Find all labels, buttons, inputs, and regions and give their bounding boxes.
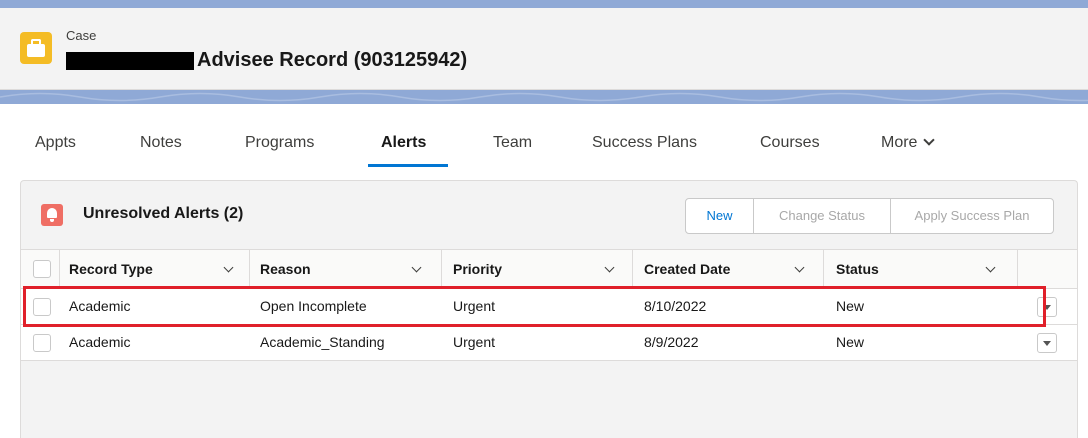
redacted-name (66, 51, 194, 70)
column-header-reason[interactable]: Reason (260, 250, 311, 288)
record-title-text: Advisee Record (903125942) (197, 49, 468, 71)
change-status-button[interactable]: Change Status (753, 198, 891, 234)
cell-created-date: 8/10/2022 (644, 298, 707, 314)
column-header-status[interactable]: Status (836, 250, 879, 288)
column-divider (249, 250, 250, 288)
tab-alerts[interactable]: Alerts (381, 134, 426, 152)
column-divider (1017, 250, 1018, 288)
tab-more-label: More (881, 134, 918, 151)
object-label: Case (66, 28, 97, 43)
header-top-band (0, 0, 1088, 8)
chevron-down-icon[interactable] (794, 262, 805, 273)
tab-notes[interactable]: Notes (140, 134, 182, 152)
caret-down-icon (1043, 341, 1051, 346)
active-tab-indicator (368, 164, 448, 167)
bell-icon (41, 204, 63, 226)
column-divider (823, 250, 824, 288)
select-all-checkbox[interactable] (33, 260, 51, 278)
cell-priority: Urgent (453, 334, 496, 350)
record-title: Advisee Record (903125942) (66, 49, 467, 72)
row-actions-dropdown[interactable] (1037, 297, 1057, 317)
chevron-down-icon[interactable] (604, 262, 615, 273)
chevron-down-icon (923, 134, 936, 146)
tab-bar: Appts Notes Programs Alerts Team Success… (0, 104, 1088, 167)
tab-team[interactable]: Team (493, 134, 532, 152)
tab-programs[interactable]: Programs (245, 134, 314, 152)
tab-appts[interactable]: Appts (35, 134, 76, 152)
column-divider (441, 250, 442, 288)
row-checkbox[interactable] (33, 334, 51, 352)
apply-success-plan-button[interactable]: Apply Success Plan (890, 198, 1054, 234)
column-divider (59, 250, 60, 288)
caret-down-icon (1043, 305, 1051, 310)
table-header: Record Type Reason Priority Created Date… (21, 249, 1077, 289)
column-header-record-type[interactable]: Record Type (69, 250, 153, 288)
column-divider (632, 250, 633, 288)
cell-status: New (836, 298, 865, 314)
cell-priority: Urgent (453, 298, 496, 314)
cell-reason: Academic_Standing (260, 334, 385, 350)
record-header: Case Advisee Record (903125942) (0, 8, 1088, 90)
card-title[interactable]: Unresolved Alerts (2) (83, 205, 243, 223)
chevron-down-icon[interactable] (985, 262, 996, 273)
tab-courses[interactable]: Courses (760, 134, 820, 152)
cell-created-date: 8/9/2022 (644, 334, 699, 350)
chevron-down-icon[interactable] (411, 262, 422, 273)
unresolved-alerts-card: Unresolved Alerts (2) New Change Status … (20, 180, 1078, 438)
new-button[interactable]: New (685, 198, 754, 234)
row-actions-dropdown[interactable] (1037, 333, 1057, 353)
header-banner (0, 90, 1088, 104)
cell-record-type: Academic (69, 334, 131, 350)
tab-more[interactable]: More (881, 134, 936, 152)
chevron-down-icon[interactable] (223, 262, 234, 273)
table-row[interactable]: Academic Open Incomplete Urgent 8/10/202… (21, 289, 1077, 325)
card-actions: New Change Status Apply Success Plan (685, 198, 1054, 234)
cell-reason: Open Incomplete (260, 298, 367, 314)
column-header-priority[interactable]: Priority (453, 250, 502, 288)
card-header: Unresolved Alerts (2) New Change Status … (21, 181, 1077, 249)
cell-record-type: Academic (69, 298, 131, 314)
briefcase-icon (20, 32, 52, 64)
cell-status: New (836, 334, 865, 350)
row-checkbox[interactable] (33, 298, 51, 316)
tab-success-plans[interactable]: Success Plans (592, 134, 697, 152)
column-header-created-date[interactable]: Created Date (644, 250, 730, 288)
table-row[interactable]: Academic Academic_Standing Urgent 8/9/20… (21, 325, 1077, 361)
